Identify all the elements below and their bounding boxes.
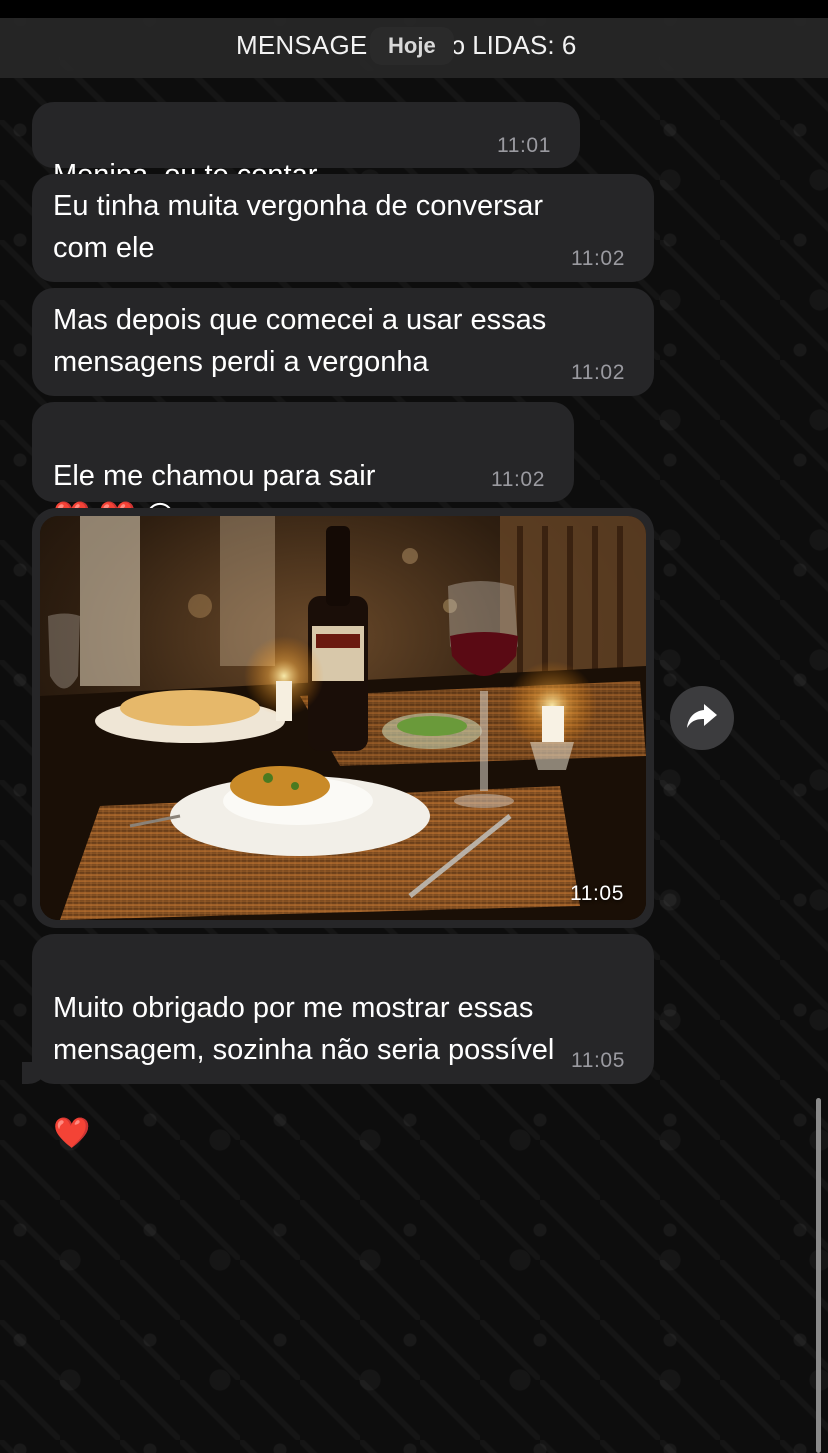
forward-arrow-icon [686,702,718,735]
message-time: 11:01 [497,134,551,157]
message-text: Eu tinha muita vergonha de conversar com… [53,190,544,264]
message-time: 11:05 [570,882,624,905]
message-time: 11:02 [571,247,625,270]
dinner-photo[interactable]: 11:05 [40,516,646,920]
heart-emoji: ❤️ [53,1117,91,1150]
message-bubble[interactable]: Eu tinha muita vergonha de conversar com… [32,174,654,282]
message-time: 11:02 [571,361,625,384]
scrollbar[interactable] [816,1098,821,1453]
message-time: 11:02 [491,468,545,491]
unread-count-label: ɔ LIDAS: 6 [452,30,577,60]
status-bar-area [0,0,828,18]
message-bubble[interactable]: Muito obrigado por me mostrar essas mens… [32,934,654,1150]
forward-button[interactable] [670,686,734,750]
message-text: Muito obrigado por me mostrar essas mens… [53,992,555,1150]
message-text: Mas depois que comecei a usar essas mens… [53,304,547,378]
header-title: MENSAGE [236,30,368,60]
message-time: 11:05 [571,1049,625,1072]
message-bubble[interactable]: Ele me chamou para sair ❤️ ❤️ 😍 11:02 [32,402,574,534]
message-bubble[interactable]: Mas depois que comecei a usar essas mens… [32,288,654,396]
photo-message[interactable]: 11:05 [32,508,654,928]
date-divider: Hoje [370,27,454,65]
chat-header: MENSAGE ɔ LIDAS: 6 Hoje [0,18,828,78]
message-bubble[interactable]: Menina, ou te contar 😱 😱 11:01 [32,102,580,233]
